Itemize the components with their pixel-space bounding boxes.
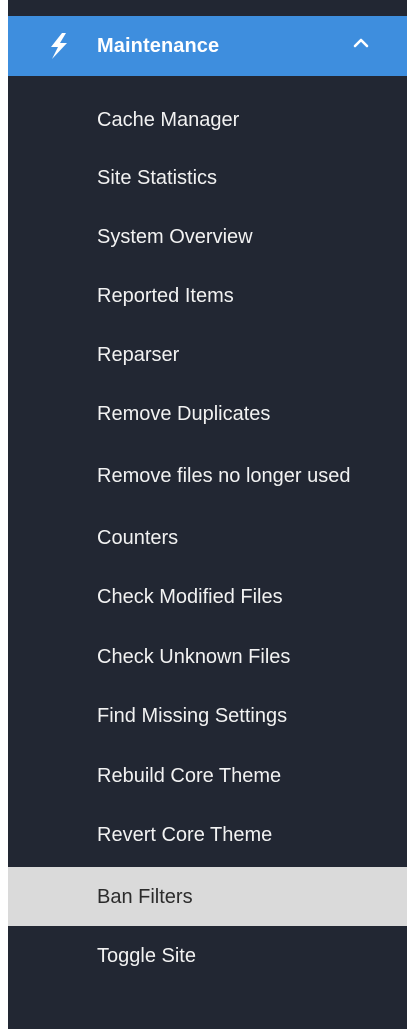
- menu-item-reported-items[interactable]: Reported Items: [8, 267, 407, 326]
- menu-item-label: Rebuild Core Theme: [97, 765, 282, 787]
- menu-item-label: Find Missing Settings: [97, 705, 288, 727]
- menu-item-label: Check Modified Files: [97, 586, 283, 608]
- menu-item-label: Toggle Site: [97, 945, 196, 967]
- menu-item-find-missing-settings[interactable]: Find Missing Settings: [8, 687, 407, 746]
- menu-item-label: Ban Filters: [97, 886, 193, 908]
- menu-item-toggle-site[interactable]: Toggle Site: [8, 926, 407, 986]
- menu-item-revert-core-theme[interactable]: Revert Core Theme: [8, 806, 407, 867]
- menu-item-counters[interactable]: Counters: [8, 509, 407, 568]
- menu-item-label: Check Unknown Files: [97, 646, 291, 668]
- menu-item-remove-duplicates[interactable]: Remove Duplicates: [8, 385, 407, 444]
- menu-item-label: Site Statistics: [97, 167, 218, 189]
- menu-item-ban-filters[interactable]: Ban Filters: [8, 867, 407, 926]
- menu-item-label: Remove files no longer used: [97, 465, 351, 487]
- menu-item-label: System Overview: [97, 226, 253, 248]
- menu-item-label: Cache Manager: [97, 109, 240, 131]
- sidebar: Maintenance Cache Manager Site Statistic…: [8, 0, 407, 1029]
- menu-item-site-statistics[interactable]: Site Statistics: [8, 149, 407, 208]
- menu-item-remove-unused-files[interactable]: Remove files no longer used: [8, 444, 407, 509]
- menu-item-rebuild-core-theme[interactable]: Rebuild Core Theme: [8, 746, 407, 806]
- menu-item-check-unknown-files[interactable]: Check Unknown Files: [8, 627, 407, 687]
- menu-item-label: Counters: [97, 527, 179, 549]
- section-title: Maintenance: [97, 34, 220, 57]
- menu-item-label: Reparser: [97, 344, 180, 366]
- menu-item-cache-manager[interactable]: Cache Manager: [8, 90, 407, 149]
- menu-item-reparser[interactable]: Reparser: [8, 326, 407, 385]
- menu-item-check-modified-files[interactable]: Check Modified Files: [8, 568, 407, 627]
- menu-item-label: Revert Core Theme: [97, 824, 273, 846]
- lightning-bolt-icon: [48, 33, 69, 59]
- menu-item-system-overview[interactable]: System Overview: [8, 208, 407, 267]
- maintenance-section-header[interactable]: Maintenance: [8, 16, 407, 76]
- menu-item-label: Reported Items: [97, 285, 234, 307]
- menu-item-label: Remove Duplicates: [97, 403, 271, 425]
- chevron-up-icon[interactable]: [353, 36, 369, 48]
- maintenance-menu-list: Cache Manager Site Statistics System Ove…: [8, 90, 407, 986]
